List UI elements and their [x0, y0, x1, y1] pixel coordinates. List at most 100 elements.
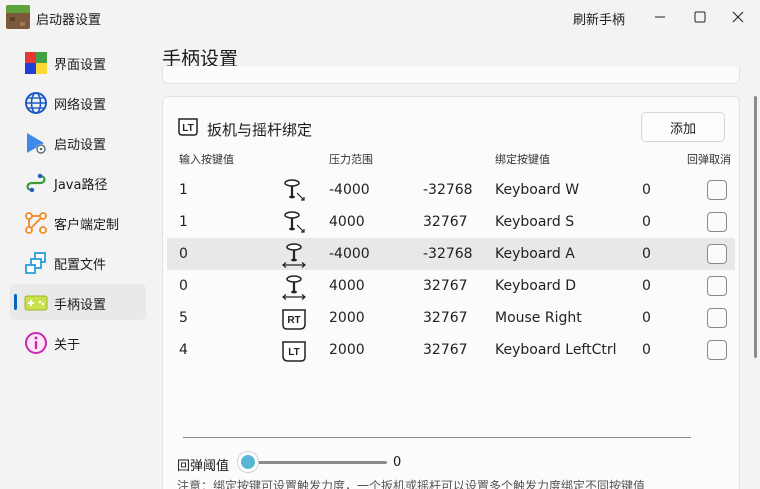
release-value: 0 [642, 278, 651, 294]
refresh-gamepad-title[interactable]: 刷新手柄 [573, 9, 625, 28]
stick-horizontal-icon [282, 275, 306, 300]
input-value: 0 [179, 278, 188, 294]
bound-key: Keyboard A [495, 246, 575, 262]
table-row[interactable]: 1 4000 32767 Keyboard S 0 [167, 206, 735, 238]
pressure-max: 32767 [423, 310, 468, 326]
release-threshold-slider[interactable] [247, 461, 387, 464]
svg-text:LT: LT [288, 347, 299, 358]
lt-trigger-icon: LT [178, 118, 198, 136]
svg-text:LT: LT [182, 123, 193, 134]
sidebar: 界面设置 网络设置 启动设置 Java路径 客户端定制 配置文件 手柄设置 关于 [10, 44, 146, 364]
sidebar-item-about[interactable]: 关于 [10, 324, 146, 360]
release-value: 0 [642, 214, 651, 230]
input-value: 4 [179, 342, 188, 358]
sidebar-item-label: Java路径 [54, 178, 108, 193]
table-row[interactable]: 0 -4000 -32768 Keyboard A 0 [167, 238, 735, 270]
scrollbar[interactable] [754, 96, 757, 358]
color-palette-icon [25, 52, 47, 74]
sidebar-item-java-path[interactable]: Java路径 [10, 164, 146, 200]
stick-right-icon [284, 211, 305, 233]
pressure-max: 32767 [423, 214, 468, 230]
sidebar-item-interface[interactable]: 界面设置 [10, 44, 146, 80]
column-header-pressure: 压力范围 [329, 153, 373, 166]
release-cancel-checkbox[interactable] [707, 244, 727, 264]
sidebar-item-label: 客户端定制 [54, 218, 120, 233]
bound-key: Keyboard D [495, 278, 577, 294]
title-bar: 启动器设置 刷新手柄 [0, 0, 760, 36]
launch-icon [27, 133, 46, 154]
pressure-max: -32768 [423, 246, 473, 262]
minimize-button[interactable] [642, 2, 678, 32]
release-cancel-checkbox[interactable] [707, 180, 727, 200]
close-icon [732, 11, 744, 23]
svg-text:RT: RT [287, 315, 300, 326]
lt-trigger-icon: LT [282, 341, 306, 362]
pressure-min: 4000 [329, 214, 365, 230]
globe-icon [25, 92, 47, 114]
nodes-icon [25, 212, 47, 234]
pressure-max: -32768 [423, 182, 473, 198]
pressure-min: 4000 [329, 278, 365, 294]
window-title: 启动器设置 [36, 13, 102, 28]
stick-right-icon [284, 179, 305, 201]
release-threshold-label: 回弹阈值 [177, 459, 230, 474]
sidebar-item-label: 关于 [54, 338, 81, 353]
app-logo-icon [6, 5, 30, 29]
sidebar-item-label: 界面设置 [54, 58, 107, 73]
pressure-min: -4000 [329, 182, 370, 198]
table-row[interactable]: 4 LT 2000 32767 Keyboard LeftCtrl 0 [167, 334, 735, 366]
release-value: 0 [642, 342, 651, 358]
selected-indicator [14, 294, 17, 310]
config-files-icon [25, 252, 46, 274]
close-button[interactable] [720, 2, 756, 32]
sidebar-item-network[interactable]: 网络设置 [10, 84, 146, 120]
maximize-button[interactable] [682, 2, 718, 32]
column-header-release: 回弹取消 [687, 153, 731, 166]
release-cancel-checkbox[interactable] [707, 276, 727, 296]
input-value: 1 [179, 214, 188, 230]
release-cancel-checkbox[interactable] [707, 212, 727, 232]
previous-panel [162, 66, 740, 84]
slider-value: 0 [393, 455, 402, 470]
minimize-icon [655, 16, 665, 18]
divider [183, 437, 691, 438]
info-icon [25, 332, 47, 354]
column-header-bind: 绑定按键值 [495, 153, 550, 166]
section-title: 扳机与摇杆绑定 [207, 121, 313, 139]
add-button[interactable]: 添加 [641, 112, 725, 142]
trigger-stick-binding-panel: LT 扳机与摇杆绑定 添加 输入按键值 压力范围 绑定按键值 回弹取消 1 -4… [162, 96, 740, 489]
bound-key: Keyboard W [495, 182, 580, 198]
sidebar-item-label: 启动设置 [54, 138, 107, 153]
sidebar-item-gamepad[interactable]: 手柄设置 [10, 284, 146, 320]
release-value: 0 [642, 246, 651, 262]
maximize-icon [694, 11, 706, 23]
pressure-max: 32767 [423, 278, 468, 294]
slider-thumb[interactable] [237, 451, 259, 473]
sidebar-item-label: 配置文件 [54, 258, 107, 273]
path-icon [26, 173, 46, 193]
table-row[interactable]: 1 -4000 -32768 Keyboard W 0 [167, 174, 735, 206]
release-cancel-checkbox[interactable] [707, 308, 727, 328]
release-cancel-checkbox[interactable] [707, 340, 727, 360]
input-value: 1 [179, 182, 188, 198]
sidebar-item-label: 手柄设置 [54, 298, 107, 313]
bound-key: Keyboard LeftCtrl [495, 342, 617, 358]
release-value: 0 [642, 310, 651, 326]
sidebar-item-label: 网络设置 [54, 98, 107, 113]
table-row[interactable]: 0 4000 32767 Keyboard D 0 [167, 270, 735, 302]
gamepad-icon [24, 295, 48, 311]
input-value: 0 [179, 246, 188, 262]
sidebar-item-config-files[interactable]: 配置文件 [10, 244, 146, 280]
bound-key: Mouse Right [495, 310, 582, 326]
pressure-min: 2000 [329, 342, 365, 358]
pressure-max: 32767 [423, 342, 468, 358]
sidebar-item-launch[interactable]: 启动设置 [10, 124, 146, 160]
release-value: 0 [642, 182, 651, 198]
sidebar-item-client-custom[interactable]: 客户端定制 [10, 204, 146, 240]
bound-key: Keyboard S [495, 214, 575, 230]
input-value: 5 [179, 310, 188, 326]
table-row[interactable]: 5 RT 2000 32767 Mouse Right 0 [167, 302, 735, 334]
pressure-min: 2000 [329, 310, 365, 326]
pressure-min: -4000 [329, 246, 370, 262]
stick-horizontal-icon [282, 243, 306, 268]
